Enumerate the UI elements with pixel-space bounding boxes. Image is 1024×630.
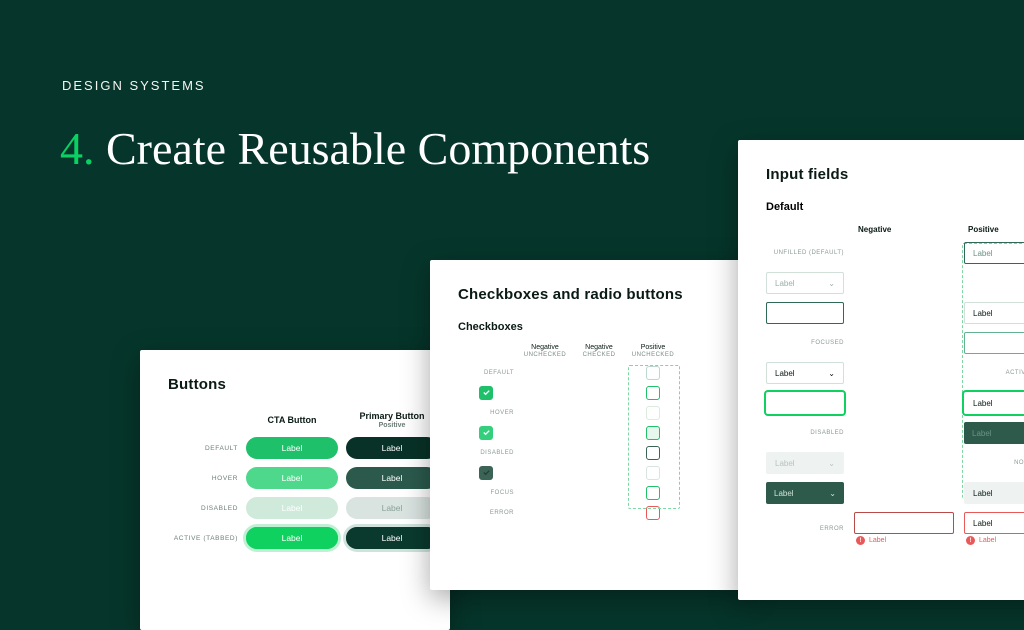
chevron-down-icon: ⌄ [829,489,836,498]
checkbox-negative-checked-disabled [479,466,493,480]
input-positive-disabled: Label⌄ [766,452,844,474]
eyebrow: DESIGN SYSTEMS [62,78,206,93]
chevron-down-icon: ⌄ [828,279,835,288]
state-label: ERROR [458,510,514,516]
state-label: DISABLED [168,505,238,512]
checkboxes-heading: Checkboxes and radio buttons [458,286,722,303]
column-header: PositiveUNCHECKED [630,343,676,360]
cta-button-header: CTA Button [246,415,338,425]
checkbox-positive-unchecked-hover[interactable] [646,426,660,440]
input-negative-disabled: Label⌄ [964,422,1024,444]
error-icon: ! [856,536,865,545]
state-label: UNFILLED (DEFAULT) [766,250,844,256]
checkbox-negative-unchecked-hover[interactable] [646,406,660,420]
primary-button-disabled: Label [346,497,438,519]
chevron-down-icon: ⌄ [828,369,835,378]
inputs-section-header: Default [766,201,1024,213]
cta-button-active[interactable]: Label [246,527,338,549]
chevron-down-icon: ⌄ [828,309,835,318]
state-label: DISABLED [766,430,844,436]
slide-title: 4. Create Reusable Components [60,120,650,178]
input-negative-active[interactable]: Label⌄ [766,392,844,414]
inputs-heading: Input fields [766,166,1024,183]
column-header: Negative [854,225,954,234]
state-label: DEFAULT [458,370,514,376]
input-positive-filled[interactable]: Label⌄ [964,302,1024,324]
input-positive-error[interactable]: Label⌄ [964,512,1024,534]
cta-button-disabled: Label [246,497,338,519]
error-message: !Label [854,536,954,545]
error-icon: ! [966,536,975,545]
checkmark-icon [482,468,491,477]
column-header: NegativeUNCHECKED [522,343,568,360]
chevron-down-icon: ⌄ [938,519,945,528]
state-label: DEFAULT [168,445,238,452]
checkboxes-card: Checkboxes and radio buttons Checkboxes … [430,260,750,590]
input-positive-error-group: Label⌄ !Label [964,512,1024,545]
checkbox-positive-unchecked-disabled [646,466,660,480]
state-label: ACTIVE (TABBED) [964,370,1024,376]
checkbox-negative-unchecked-default[interactable] [646,366,660,380]
chevron-down-icon: ⌄ [828,399,835,408]
input-positive-active[interactable]: Label⌄ [964,392,1024,414]
cta-button-hover[interactable]: Label [246,467,338,489]
column-header: NegativeCHECKED [576,343,622,360]
column-header: Positive [964,225,1024,234]
state-label: FOCUS [458,490,514,496]
title-number: 4. [60,123,95,174]
checkbox-positive-unchecked-error[interactable] [646,506,660,520]
input-negative-focused[interactable]: Label⌄ [964,332,1024,354]
state-label: FILLED [964,280,1024,286]
input-negative-error-group: Label⌄ !Label [854,512,954,545]
state-label: DISABLED [458,450,514,456]
checkbox-positive-unchecked-default[interactable] [646,386,660,400]
cta-button-default[interactable]: Label [246,437,338,459]
input-negative-error[interactable]: Label⌄ [854,512,954,534]
buttons-heading: Buttons [168,376,422,393]
checkbox-positive-unchecked-focus[interactable] [646,486,660,500]
input-negative-unfilled[interactable]: Label⌄ [964,242,1024,264]
input-positive-focused[interactable]: Label⌄ [766,362,844,384]
checkbox-negative-checked-hover[interactable] [479,426,493,440]
checkmark-icon [482,388,491,397]
state-label: ACTIVE (TABBED) [168,535,238,542]
primary-button-default[interactable]: Label [346,437,438,459]
state-label: HOVER [168,475,238,482]
error-message: !Label [964,536,1024,545]
checkboxes-subheading: Checkboxes [458,321,722,333]
state-label: NON-EDITABLE [964,460,1024,466]
primary-button-hover[interactable]: Label [346,467,438,489]
input-positive-noneditable: Label⌄ [964,482,1024,504]
state-label: FOCUSED [766,340,844,346]
buttons-card: Buttons CTA Button Primary Button Positi… [140,350,450,630]
title-text: Create Reusable Components [106,123,650,174]
inputs-card: Input fields Default Negative Positive U… [738,140,1024,600]
primary-button-active[interactable]: Label [346,527,438,549]
chevron-down-icon: ⌄ [828,459,835,468]
checkbox-negative-checked-default[interactable] [479,386,493,400]
checkbox-negative-unchecked-disabled [646,446,660,460]
state-label: HOVER [458,410,514,416]
input-negative-noneditable: Label⌄ [766,482,844,504]
input-positive-unfilled[interactable]: Label⌄ [766,272,844,294]
state-label: ERROR [766,526,844,532]
primary-button-header: Primary Button Positive [346,411,438,429]
checkmark-icon [482,428,491,437]
input-negative-filled[interactable]: Label⌄ [766,302,844,324]
